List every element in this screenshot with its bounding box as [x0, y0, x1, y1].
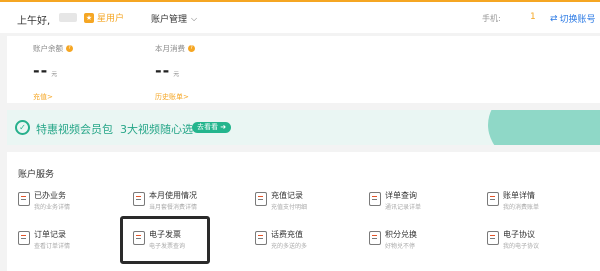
switch-account-link[interactable]: ⇄ 切换账号: [550, 12, 596, 26]
service-name: 本月使用情况: [149, 191, 197, 200]
greeting-text: 上午好,: [17, 16, 51, 27]
usage-icon: [133, 192, 145, 206]
monthly-spend-value: --: [155, 61, 171, 80]
promo-subtitle: 3大视频随心选: [120, 123, 193, 136]
service-desc: 好物兑不停: [385, 243, 416, 250]
service-desc: 电子发票查询: [149, 243, 186, 250]
account-balance-label: 账户余额: [33, 44, 63, 53]
phone-number: 1: [530, 12, 536, 22]
help-icon[interactable]: ?: [188, 45, 195, 52]
service-item-monthly-usage[interactable]: 本月使用情况 当月套餐消费详情: [133, 190, 243, 220]
account-balance-value: --: [33, 61, 49, 80]
service-name: 充值记录: [271, 191, 303, 200]
service-name: 账单详情: [503, 191, 535, 200]
user-name-redacted: [59, 13, 77, 22]
video-shield-icon: ✓: [15, 120, 30, 135]
service-item-order-record[interactable]: 订单记录 查看订单详情: [18, 229, 128, 259]
star-user-icon: ★: [84, 12, 94, 23]
service-desc: 查看订单详情: [34, 243, 71, 250]
service-name: 电子协议: [503, 230, 535, 239]
member-badge[interactable]: ★ 星用户: [84, 11, 124, 24]
promo-go-label: 去看看: [197, 123, 218, 131]
phone-recharge-icon: [255, 231, 267, 245]
service-item-detail-query[interactable]: 详单查询 通讯记录详单: [369, 190, 479, 220]
promo-title: 特惠视频会员包: [36, 123, 113, 136]
promo-banner[interactable]: ✓ 特惠视频会员包 3大视频随心选 去看看 ➜: [7, 110, 600, 145]
service-item-e-contract[interactable]: 电子协议 我的电子协议: [487, 229, 597, 259]
service-name: 订单记录: [34, 230, 66, 239]
account-balance-unit: 元: [51, 71, 59, 78]
monthly-spend-unit: 元: [173, 71, 181, 78]
service-name: 详单查询: [385, 191, 417, 200]
invoice-icon: [133, 231, 145, 245]
gift-icon: [369, 231, 381, 245]
service-item-e-invoice[interactable]: 电子发票 电子发票查询: [133, 229, 243, 259]
recharge-record-icon: [255, 192, 267, 206]
service-desc: 我的消费账单: [503, 204, 540, 211]
service-desc: 充值支付明细: [271, 204, 308, 211]
swap-arrows-icon: ⇄: [550, 13, 558, 24]
service-name: 话费充值: [271, 230, 303, 239]
account-balance-block: 账户余额 ? -- 元 充值>: [33, 43, 113, 103]
account-management-label: 账户管理: [151, 15, 188, 25]
service-desc: 我的电子协议: [503, 243, 540, 250]
service-desc: 通讯记录详单: [385, 204, 422, 211]
service-item-points-exchange[interactable]: 积分兑换 好物兑不停: [369, 229, 479, 259]
service-name: 已办业务: [34, 191, 66, 200]
account-management-menu[interactable]: 账户管理 ⌵: [151, 12, 198, 26]
monthly-spend-block: 本月消费 ? -- 元 历史账单>: [155, 43, 245, 103]
service-item-done-business[interactable]: 已办业务 我的业务详情: [18, 190, 128, 220]
service-name: 电子发票: [149, 230, 181, 239]
service-item-phone-recharge[interactable]: 话费充值 充的多送的多: [255, 229, 365, 259]
account-services-panel: 账户服务 已办业务 我的业务详情 本月使用情况 当月套餐消费详情 充值记录 充值…: [7, 152, 600, 271]
services-heading: 账户服务: [18, 170, 55, 180]
history-bill-link[interactable]: 历史账单>: [155, 92, 189, 102]
chevron-down-icon: ⌵: [191, 13, 198, 23]
contract-icon: [487, 231, 499, 245]
service-item-bill-detail[interactable]: 账单详情 我的消费账单: [487, 190, 597, 220]
top-bar: 上午好, ★ 星用户 账户管理 ⌵ 手机: 1 ⇄ 切换账号: [0, 0, 600, 33]
briefcase-icon: [18, 192, 30, 206]
bill-icon: [487, 192, 499, 206]
help-icon[interactable]: ?: [66, 45, 73, 52]
monthly-spend-label: 本月消费: [155, 44, 185, 53]
service-name: 积分兑换: [385, 230, 417, 239]
member-label: 星用户: [97, 14, 125, 24]
service-item-recharge-record[interactable]: 充值记录 充值支付明细: [255, 190, 365, 220]
order-icon: [18, 231, 30, 245]
switch-account-label: 切换账号: [559, 15, 596, 25]
recharge-link[interactable]: 充值>: [33, 92, 53, 102]
service-desc: 我的业务详情: [34, 204, 71, 211]
decorative-blob: [488, 110, 600, 145]
phone-label: 手机:: [482, 14, 501, 23]
service-desc: 充的多送的多: [271, 243, 308, 250]
balance-panel: 账户余额 ? -- 元 充值> 本月消费 ? -- 元 历史账单>: [7, 36, 600, 103]
detail-query-icon: [369, 192, 381, 206]
promo-go-button[interactable]: 去看看 ➜: [192, 122, 232, 133]
service-desc: 当月套餐消费详情: [149, 204, 198, 211]
